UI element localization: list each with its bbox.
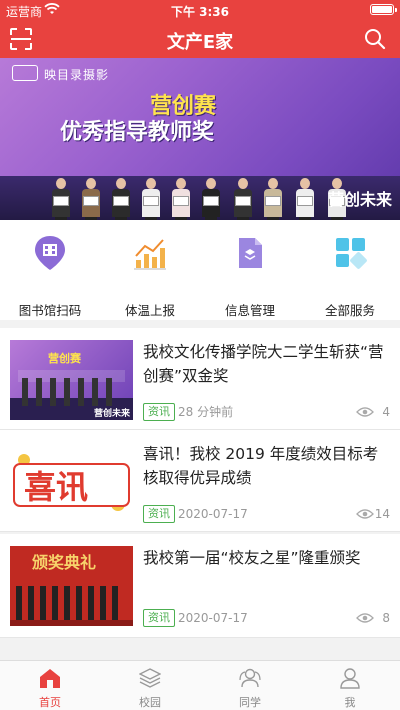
tab-me[interactable]: 我 bbox=[300, 661, 400, 710]
home-icon bbox=[40, 669, 60, 688]
camera-logo-icon bbox=[12, 65, 38, 81]
menu-item-temperature-report[interactable]: 体温上报 bbox=[100, 234, 200, 318]
status-bar: 运营商 下午 3:36 bbox=[0, 0, 400, 20]
person-figure bbox=[140, 178, 162, 220]
tab-classmates[interactable]: 同学 bbox=[200, 661, 300, 710]
banner-title-line2: 优秀指导教师奖 bbox=[60, 120, 215, 145]
news-title: 我校第一届“校友之星”隆重颁奖 bbox=[143, 549, 361, 567]
menu-item-info-management[interactable]: 信息管理 bbox=[200, 234, 300, 318]
document-icon bbox=[239, 238, 262, 268]
news-view-count: 8 bbox=[382, 611, 390, 625]
grid-icon bbox=[336, 238, 367, 269]
news-time: 28 分钟前 bbox=[178, 405, 234, 419]
news-thumbnail: 喜讯 bbox=[10, 442, 133, 522]
thumb-text: 颁奖典礼 bbox=[32, 553, 96, 572]
banner-carousel[interactable]: 映目录摄影 营创赛 优秀指导教师奖 营创未来 bbox=[0, 58, 400, 220]
menu-label: 信息管理 bbox=[224, 303, 275, 318]
news-title: 我校文化传播学院大二学生斩获“营创赛”双金奖 bbox=[143, 343, 384, 385]
news-tag: 资讯 bbox=[143, 403, 175, 421]
news-time: 2020-07-17 bbox=[178, 611, 248, 625]
layers-icon bbox=[139, 668, 161, 688]
classmates-icon bbox=[239, 668, 261, 688]
person-icon bbox=[340, 668, 360, 689]
battery-icon bbox=[370, 4, 397, 15]
news-time: 2020-07-17 bbox=[178, 507, 248, 521]
person-figure bbox=[80, 178, 102, 220]
news-thumbnail: 颁奖典礼 bbox=[10, 546, 133, 626]
status-time: 下午 3:36 bbox=[170, 5, 230, 19]
person-figure bbox=[170, 178, 192, 220]
news-thumbnail: 营创赛 营创未来 bbox=[10, 340, 133, 420]
news-item[interactable]: 营创赛 营创未来 我校文化传播学院大二学生斩获“营创赛”双金奖 资讯 28 分钟… bbox=[0, 328, 400, 430]
quick-menu: 图书馆扫码 体温上报 信息管理 全部服务 bbox=[0, 220, 400, 320]
views-eye-icon bbox=[356, 509, 374, 519]
menu-label: 体温上报 bbox=[124, 303, 175, 318]
news-view-count: 14 bbox=[374, 507, 390, 521]
person-figure bbox=[110, 178, 132, 220]
person-figure bbox=[232, 178, 254, 220]
views-eye-icon bbox=[356, 407, 374, 417]
tab-label: 校园 bbox=[139, 696, 161, 709]
news-item[interactable]: 喜讯 喜讯！我校 2019 年度绩效目标考核取得优异成绩 资讯 2020-07-… bbox=[0, 430, 400, 532]
news-title: 喜讯！我校 2019 年度绩效目标考核取得优异成绩 bbox=[143, 445, 379, 487]
person-figure bbox=[200, 178, 222, 220]
svg-text:营创赛: 营创赛 bbox=[48, 351, 82, 365]
menu-label: 全部服务 bbox=[324, 303, 375, 318]
page-title: 文产E家 bbox=[166, 32, 234, 53]
news-view-count: 4 bbox=[382, 405, 390, 419]
news-tag: 资讯 bbox=[143, 609, 175, 627]
tab-label: 同学 bbox=[239, 696, 261, 709]
svg-text:营创未来: 营创未来 bbox=[94, 407, 131, 419]
person-figure bbox=[294, 178, 316, 220]
tab-campus[interactable]: 校园 bbox=[100, 661, 200, 710]
views-eye-icon bbox=[356, 613, 374, 623]
news-tag: 资讯 bbox=[143, 505, 175, 523]
menu-item-library-scan[interactable]: 图书馆扫码 bbox=[0, 234, 100, 318]
tab-label: 我 bbox=[344, 696, 356, 709]
menu-label: 图书馆扫码 bbox=[18, 303, 82, 318]
top-bar: 运营商 下午 3:36 文产E家 bbox=[0, 0, 400, 58]
tab-label: 首页 bbox=[39, 696, 61, 709]
bottom-tab-bar: 首页 校园 同学 我 bbox=[0, 660, 400, 710]
library-icon bbox=[35, 236, 65, 270]
banner-brand: 映目录摄影 bbox=[44, 68, 110, 82]
person-figure bbox=[262, 178, 284, 220]
menu-item-all-services[interactable]: 全部服务 bbox=[300, 234, 400, 318]
person-figure bbox=[50, 178, 72, 220]
news-item[interactable]: 颁奖典礼 我校第一届“校友之星”隆重颁奖 资讯 2020-07-17 8 bbox=[0, 534, 400, 638]
tab-home[interactable]: 首页 bbox=[0, 661, 100, 710]
search-icon[interactable] bbox=[364, 28, 386, 50]
temperature-chart-icon bbox=[134, 239, 166, 270]
thumb-text: 喜讯 bbox=[24, 468, 88, 506]
banner-slogan: 营创未来 bbox=[327, 190, 392, 209]
